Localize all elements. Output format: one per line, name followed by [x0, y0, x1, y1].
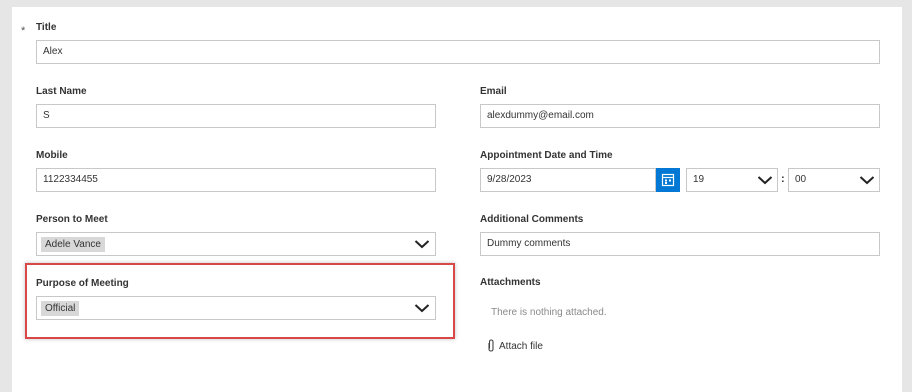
last-name-label: Last Name [36, 86, 87, 97]
hour-select[interactable]: 19 [686, 168, 778, 192]
hour-value: 19 [693, 174, 705, 185]
additional-comments-label: Additional Comments [480, 214, 584, 225]
required-marker: * [21, 25, 26, 37]
chevron-down-icon [414, 240, 430, 249]
email-input[interactable]: alexdummy@email.com [480, 104, 880, 128]
attach-file-label: Attach file [499, 341, 543, 352]
minute-value: 00 [795, 174, 807, 185]
title-input[interactable]: Alex [36, 40, 880, 64]
person-to-meet-dropdown[interactable]: Adele Vance [36, 232, 436, 256]
form-panel: * Title Alex Last Name S Email alexdummy… [12, 7, 902, 392]
time-separator: : [781, 173, 785, 185]
chevron-down-icon [859, 176, 875, 185]
email-label: Email [480, 86, 507, 97]
attachments-empty-text: There is nothing attached. [491, 307, 607, 318]
person-tag: Adele Vance [41, 237, 105, 252]
minute-select[interactable]: 00 [788, 168, 880, 192]
chevron-down-icon [757, 176, 773, 185]
attach-file-link[interactable]: Attach file [486, 339, 543, 352]
title-label: Title [36, 22, 57, 33]
appointment-date-input[interactable]: 9/28/2023 [480, 168, 656, 192]
calendar-button[interactable] [656, 168, 680, 192]
appointment-label: Appointment Date and Time [480, 150, 613, 161]
mobile-input[interactable]: 1122334455 [36, 168, 436, 192]
paperclip-icon [488, 339, 494, 352]
highlight-box [25, 263, 455, 339]
attachments-label: Attachments [480, 277, 541, 288]
additional-comments-input[interactable]: Dummy comments [480, 232, 880, 256]
mobile-label: Mobile [36, 150, 68, 161]
last-name-input[interactable]: S [36, 104, 436, 128]
person-to-meet-label: Person to Meet [36, 214, 108, 225]
calendar-icon [661, 173, 675, 187]
